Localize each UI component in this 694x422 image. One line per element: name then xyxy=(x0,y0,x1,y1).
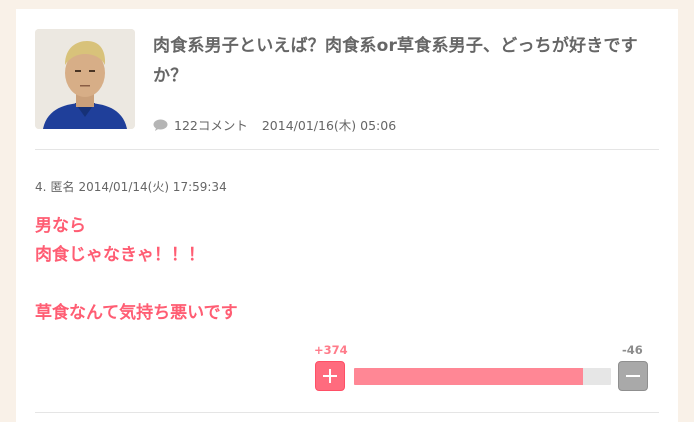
plus-icon xyxy=(323,369,337,383)
topic-date: 2014/01/16(木) 05:06 xyxy=(261,118,397,133)
person-photo-icon xyxy=(35,29,135,129)
plus-vote-count: +374 xyxy=(314,343,348,357)
comment-count[interactable]: 122コメント xyxy=(174,115,248,134)
comment-bubble-icon xyxy=(153,119,168,131)
divider xyxy=(35,412,659,413)
comment-header: 4. 匿名 2014/01/14(火) 17:59:34 xyxy=(35,178,231,195)
comment-author: 匿名 xyxy=(50,180,75,194)
vote-ratio-bar xyxy=(354,368,611,385)
comment-line: 肉食じゃなきゃ！！！ xyxy=(35,245,205,265)
comment-date: 2014/01/14(火) 17:59:34 xyxy=(78,180,227,194)
plus-vote-button[interactable] xyxy=(315,361,345,391)
comment-line xyxy=(35,270,238,299)
topic-title[interactable]: 肉食系男子といえば？肉食系or草食系男子、どっちが好きですか？ xyxy=(153,31,668,91)
topic-meta: 122コメント 2014/01/16(木) 05:06 xyxy=(153,115,396,134)
minus-icon xyxy=(626,375,640,377)
comment-body: 男なら 肉食じゃなきゃ！！！ 草食なんて気持ち悪いです xyxy=(35,212,238,328)
topic-card: 肉食系男子といえば？肉食系or草食系男子、どっちが好きですか？ 122コメント … xyxy=(16,9,678,422)
topic-thumbnail[interactable] xyxy=(35,29,135,129)
vote-ratio-fill xyxy=(354,368,583,385)
comment-line: 男なら xyxy=(35,216,86,236)
comment-number: 4. xyxy=(35,180,47,194)
minus-vote-count: -46 xyxy=(622,343,643,357)
divider xyxy=(35,149,659,150)
comment-line: 草食なんて気持ち悪いです xyxy=(35,303,238,323)
minus-vote-button[interactable] xyxy=(618,361,648,391)
